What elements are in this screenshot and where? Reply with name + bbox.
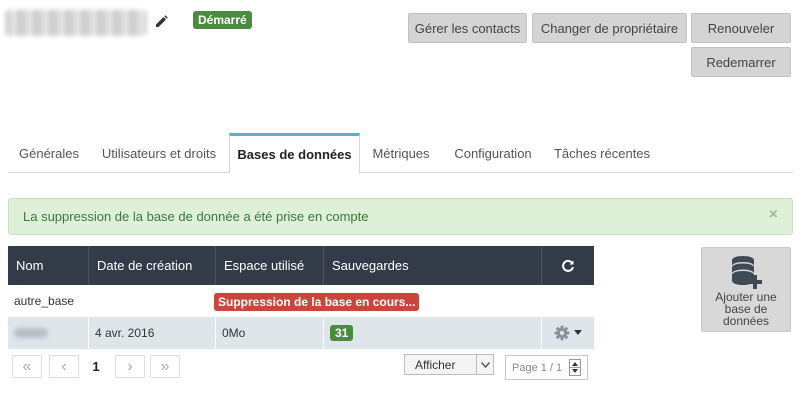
page-spinner[interactable] <box>569 359 581 376</box>
page-number-field[interactable]: Page 1 / 1 <box>505 355 588 380</box>
tab-databases[interactable]: Bases de données <box>229 133 360 174</box>
pager-first-button[interactable]: « <box>12 355 42 378</box>
tab-bar: Générales Utilisateurs et droits Bases d… <box>8 133 793 174</box>
page-info: Page 1 / 1 <box>512 361 563 374</box>
instance-name-redacted <box>5 10 147 36</box>
column-header-space-used[interactable]: Espace utilisé <box>216 246 324 285</box>
refresh-icon[interactable] <box>542 246 594 285</box>
status-badge: Démarré <box>193 11 252 29</box>
success-alert: La suppression de la base de donnée a ét… <box>8 198 793 235</box>
db-name-redacted <box>8 317 89 349</box>
pager-prev-button[interactable]: ‹ <box>49 355 79 378</box>
column-header-backups[interactable]: Sauvegardes <box>324 246 542 285</box>
table-row[interactable]: 4 avr. 2016 0Mo 31 <box>8 317 594 349</box>
pager-next-button[interactable]: › <box>115 355 145 378</box>
tab-metrics[interactable]: Métriques <box>364 133 438 173</box>
page-size-label: Afficher <box>415 357 456 372</box>
db-space: 0Mo <box>216 317 324 349</box>
manage-contacts-button[interactable]: Gérer les contacts <box>408 13 527 43</box>
add-database-button[interactable]: Ajouter une base de données <box>701 247 791 332</box>
tab-general[interactable]: Générales <box>8 133 90 173</box>
restart-button[interactable]: Redemarrer <box>691 47 791 77</box>
databases-table: Nom Date de création Espace utilisé Sauv… <box>8 246 594 349</box>
gear-icon[interactable] <box>554 325 570 341</box>
backup-count-badge: 31 <box>330 325 354 341</box>
tab-recent-tasks[interactable]: Tâches récentes <box>549 133 655 173</box>
database-add-icon <box>732 256 762 289</box>
pager-current-page: 1 <box>92 359 100 374</box>
deleting-status-badge: Suppression de la base en cours... <box>214 293 420 311</box>
column-header-name[interactable]: Nom <box>8 246 89 285</box>
page-size-select[interactable]: Afficher <box>404 354 494 375</box>
change-owner-button[interactable]: Changer de propriétaire <box>532 13 687 43</box>
db-name: autre_base <box>14 294 75 308</box>
pencil-icon[interactable] <box>153 14 169 30</box>
chevron-down-icon[interactable] <box>476 355 493 374</box>
db-date: 4 avr. 2016 <box>89 317 216 349</box>
add-database-label: Ajouter une base de données <box>715 290 777 328</box>
tab-configuration[interactable]: Configuration <box>445 133 541 173</box>
close-icon[interactable]: × <box>769 206 778 224</box>
alert-message: La suppression de la base de donnée a ét… <box>23 209 369 224</box>
db-date <box>89 285 216 317</box>
tab-users-rights[interactable]: Utilisateurs et droits <box>94 133 224 173</box>
pager-last-button[interactable]: » <box>150 355 180 378</box>
db-backups: 31 <box>324 317 542 349</box>
caret-down-icon[interactable] <box>574 330 582 336</box>
renew-button[interactable]: Renouveler <box>691 13 791 43</box>
row-actions-menu[interactable] <box>542 317 594 349</box>
column-header-creation-date[interactable]: Date de création <box>89 246 216 285</box>
table-header: Nom Date de création Espace utilisé Sauv… <box>8 246 594 285</box>
